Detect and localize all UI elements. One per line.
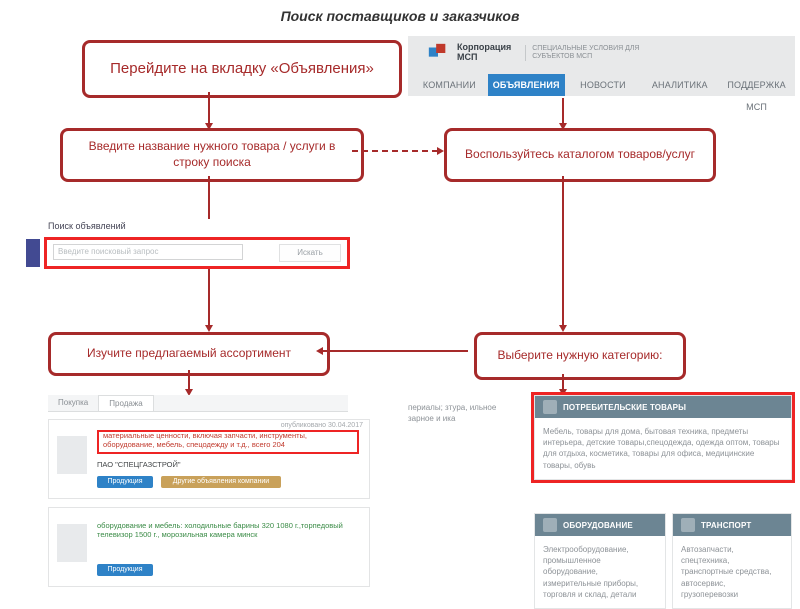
catalog-tile-equipment[interactable]: ОБОРУДОВАНИЕ Электрооборудование, промыш… — [534, 513, 666, 609]
step-choose-category: Выберите нужную категорию: — [474, 332, 686, 380]
tile-icon — [681, 518, 695, 532]
nav-item-support[interactable]: ПОДДЕРЖКА МСП — [718, 74, 795, 96]
page-title: Поиск поставщиков и заказчиков — [0, 8, 800, 24]
search-title: Поиск объявлений — [48, 221, 126, 231]
arrow-nav-to-step3 — [562, 98, 564, 124]
search-button[interactable]: Искать — [279, 244, 341, 262]
chip-other-ads[interactable]: Другие объявления компании — [161, 476, 281, 488]
nav-item-analytics[interactable]: АНАЛИТИКА — [641, 74, 718, 96]
step-enter-search: Введите название нужного товара / услуги… — [60, 128, 364, 182]
website-nav-screenshot: КорпорацияМСП СПЕЦИАЛЬНЫЕ УСЛОВИЯ ДЛЯ СУ… — [408, 36, 795, 96]
search-input[interactable]: Введите поисковый запрос — [53, 244, 243, 260]
search-frame-highlight: Введите поисковый запрос Искать — [44, 237, 350, 269]
logo-subtitle: СПЕЦИАЛЬНЫЕ УСЛОВИЯ ДЛЯ СУБЪЕКТОВ МСП — [525, 45, 652, 60]
chip-product-2[interactable]: Продукция — [97, 564, 153, 576]
logo-text-1: Корпорация — [457, 42, 511, 52]
tile-header: ОБОРУДОВАНИЕ — [535, 514, 665, 536]
listing-card-2[interactable]: оборудование и мебель: холодильные барин… — [48, 507, 370, 587]
arrow-step1-to-step2 — [208, 92, 210, 124]
step-use-catalog: Воспользуйтесь каталогом товаров/услуг — [444, 128, 716, 182]
arrow-step5-to-step4 — [322, 350, 468, 352]
listing-highlight: материальные ценности, включая запчасти,… — [97, 430, 359, 454]
tile-icon — [543, 400, 557, 414]
tab-buy[interactable]: Покупка — [48, 395, 98, 411]
tile-body: Автозапчасти, спецтехника, транспортные … — [673, 536, 791, 608]
tile-header: ТРАНСПОРТ — [673, 514, 791, 536]
listing-thumb-icon — [57, 436, 87, 474]
logo-icon — [427, 42, 449, 64]
catalog-tile-consumer-goods[interactable]: ПОТРЕБИТЕЛЬСКИЕ ТОВАРЫ Мебель, товары дл… — [534, 395, 792, 480]
listing-firm: ПАО "СПЕЦГАЗСТРОЙ" — [97, 460, 181, 469]
nav-items: КОМПАНИИ ОБЪЯВЛЕНИЯ НОВОСТИ АНАЛИТИКА ПО… — [411, 74, 795, 96]
tile-body: Мебель, товары для дома, бытовая техника… — [535, 418, 791, 479]
listing-thumb-icon — [57, 524, 87, 562]
step-goto-tab: Перейдите на вкладку «Объявления» — [82, 40, 402, 98]
arrow-step4-to-listings — [188, 370, 190, 390]
nav-item-companies[interactable]: КОМПАНИИ — [411, 74, 488, 96]
catalog-tile-transport[interactable]: ТРАНСПОРТ Автозапчасти, спецтехника, тра… — [672, 513, 792, 609]
tab-sell[interactable]: Продажа — [98, 395, 153, 411]
nav-item-news[interactable]: НОВОСТИ — [565, 74, 642, 96]
listing-meta: опубликовано 30.04.2017 — [281, 422, 363, 429]
tile-body: Электрооборудование, промышленное оборуд… — [535, 536, 665, 608]
logo-text-2: МСП — [457, 52, 477, 62]
listing-card-1[interactable]: опубликовано 30.04.2017 материальные цен… — [48, 419, 370, 499]
chip-product[interactable]: Продукция — [97, 476, 153, 488]
arrow-step2-to-step3 — [352, 150, 438, 152]
tile-header: ПОТРЕБИТЕЛЬСКИЕ ТОВАРЫ — [535, 396, 791, 418]
tile-icon — [543, 518, 557, 532]
catalog-partial-column: периалы; зтура, ильное зарное и ика — [408, 403, 524, 425]
arrow-step3-to-step5 — [562, 176, 564, 326]
nav-item-ads[interactable]: ОБЪЯВЛЕНИЯ — [488, 74, 565, 96]
arrow-step5-to-catalog — [562, 374, 564, 390]
listings-screenshot: Покупка Продажа опубликовано 30.04.2017 … — [30, 395, 380, 595]
catalog-screenshot: периалы; зтура, ильное зарное и ика ПОТР… — [408, 395, 792, 595]
logo-area: КорпорацияМСП СПЕЦИАЛЬНЫЕ УСЛОВИЯ ДЛЯ СУ… — [427, 42, 652, 64]
sidebar-tag-icon — [26, 239, 40, 267]
search-screenshot: Поиск объявлений Введите поисковый запро… — [30, 219, 360, 269]
listing-title: материальные ценности, включая запчасти,… — [99, 432, 357, 449]
listings-tabs: Покупка Продажа — [48, 395, 348, 412]
listing-title-2: оборудование и мебель: холодильные барин… — [97, 522, 359, 539]
